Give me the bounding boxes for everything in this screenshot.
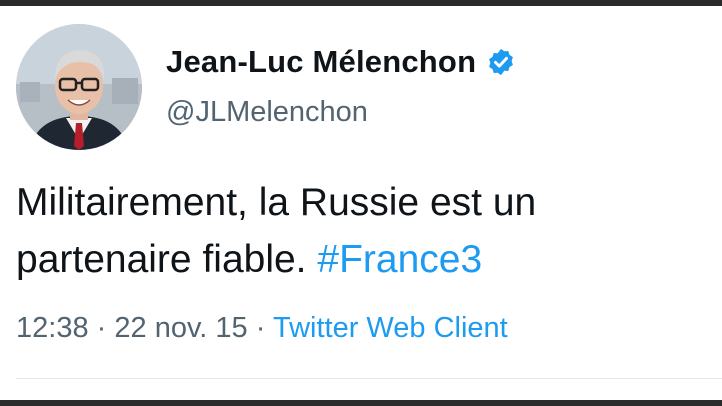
tweet-time[interactable]: 12:38 bbox=[16, 312, 89, 344]
tweet-date[interactable]: 22 nov. 15 bbox=[114, 312, 247, 344]
author-handle[interactable]: @JLMelenchon bbox=[166, 96, 368, 129]
hashtag-link[interactable]: #France3 bbox=[317, 238, 482, 281]
tweet-text: Militairement, la Russie est un partenai… bbox=[16, 174, 706, 288]
meta-separator: · bbox=[255, 312, 266, 344]
profile-photo-icon bbox=[16, 24, 142, 150]
tweet-client-link[interactable]: Twitter Web Client bbox=[273, 312, 508, 344]
avatar[interactable] bbox=[16, 24, 142, 150]
tweet-metadata: 12:38 · 22 nov. 15 · Twitter Web Client bbox=[16, 312, 508, 345]
tweet-card[interactable]: Jean-Luc Mélenchon @JLMelenchon Militair… bbox=[0, 6, 722, 400]
meta-separator: · bbox=[96, 312, 107, 344]
verified-badge-icon bbox=[486, 47, 516, 77]
author-name-row[interactable]: Jean-Luc Mélenchon bbox=[166, 42, 516, 82]
divider bbox=[16, 378, 722, 379]
screenshot-frame-bottom bbox=[0, 400, 722, 406]
author-display-name[interactable]: Jean-Luc Mélenchon bbox=[166, 44, 476, 80]
